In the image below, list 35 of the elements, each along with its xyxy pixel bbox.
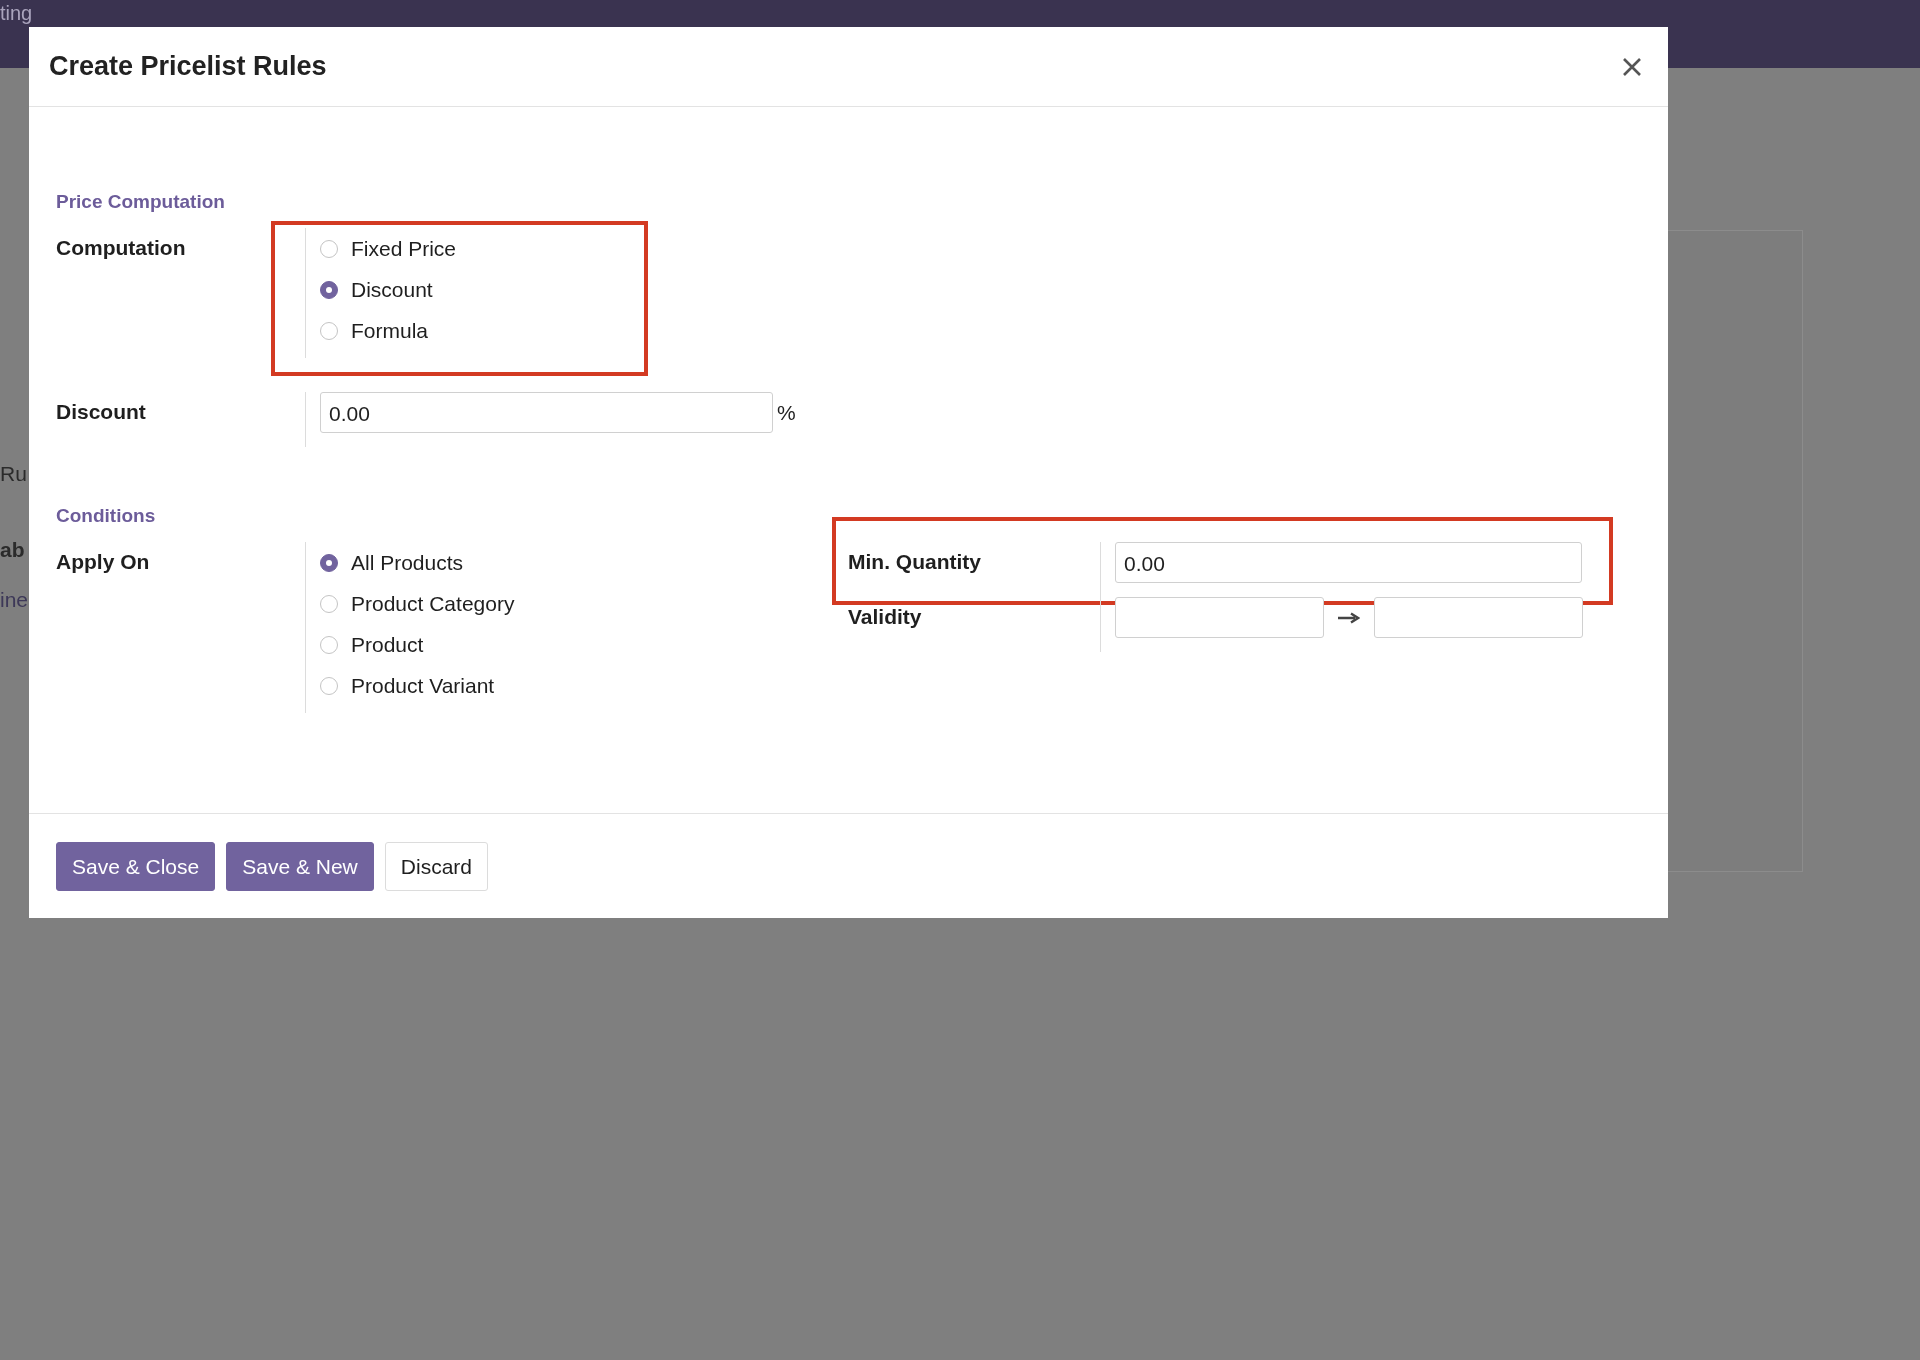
section-title: Price Computation [56,191,225,213]
action-button[interactable]: Save & New [226,842,374,891]
dialog-title: Create Pricelist Rules [49,51,327,82]
field-label: Discount [56,399,146,424]
arrow-icon [1338,611,1360,624]
field-label: Apply On [56,549,150,574]
radio-label[interactable]: Product Category [351,591,515,616]
radio-label[interactable]: Formula [351,318,429,343]
action-button[interactable]: Discard [384,842,488,891]
menu-item[interactable]: ting [0,2,33,24]
field-label: Computation [56,235,186,260]
action-button[interactable]: Save & Close [56,842,216,891]
radio-label[interactable]: All Products [351,550,464,575]
background-text: ab [0,538,25,562]
end-date-field[interactable] [1374,597,1583,638]
radio-label[interactable]: Fixed Price [351,236,457,261]
radio-label[interactable]: Product Variant [351,673,495,698]
field-label: Validity [848,604,922,629]
background-text: Ru [0,462,27,486]
unit-label: % [777,400,796,425]
radio-button[interactable] [320,594,338,613]
start-date-field[interactable] [1115,597,1324,638]
background-text: ine [0,588,29,612]
radio-button[interactable] [320,239,338,258]
radio-button[interactable] [320,321,338,340]
radio-button[interactable] [320,553,338,572]
number-field[interactable]: 0.00 [320,392,773,433]
number-field[interactable]: 0.00 [1115,542,1582,583]
field-label: Min. Quantity [848,549,981,574]
radio-label[interactable]: Product [351,632,424,657]
radio-button[interactable] [320,635,338,654]
radio-button[interactable] [320,676,338,695]
radio-button[interactable] [320,280,338,299]
section-title: Conditions [56,505,156,527]
radio-label[interactable]: Discount [351,277,433,302]
